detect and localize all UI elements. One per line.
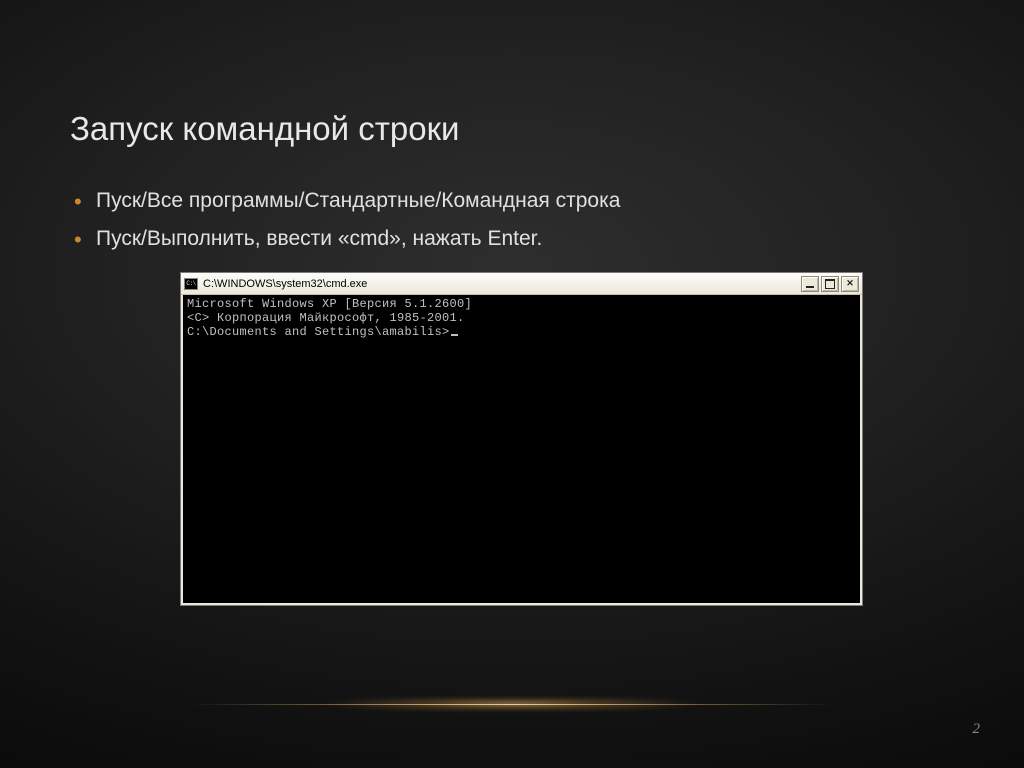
bullet-item: Пуск/Выполнить, ввести «cmd», нажать Ent…: [70, 220, 620, 258]
slide: Запуск командной строки Пуск/Все програм…: [0, 0, 1024, 768]
cursor-icon: [451, 334, 458, 336]
terminal-prompt: C:\Documents and Settings\amabilis>: [187, 325, 856, 339]
window-controls: [801, 276, 859, 292]
maximize-button[interactable]: [821, 276, 839, 292]
decorative-glow-line: [192, 704, 832, 705]
terminal-line: <С> Корпорация Майкрософт, 1985-2001.: [187, 311, 856, 325]
close-button[interactable]: [841, 276, 859, 292]
cmd-icon: [184, 278, 198, 290]
terminal-line: Microsoft Windows XP [Версия 5.1.2600]: [187, 297, 856, 311]
cmd-titlebar[interactable]: C:\WINDOWS\system32\cmd.exe: [181, 273, 862, 295]
page-number: 2: [973, 721, 981, 738]
bullet-item: Пуск/Все программы/Стандартные/Командная…: [70, 182, 620, 220]
bullet-list: Пуск/Все программы/Стандартные/Командная…: [70, 182, 620, 258]
terminal-output[interactable]: Microsoft Windows XP [Версия 5.1.2600]<С…: [181, 295, 862, 605]
slide-title: Запуск командной строки: [70, 110, 459, 148]
cmd-window: C:\WINDOWS\system32\cmd.exe Microsoft Wi…: [180, 272, 863, 606]
minimize-button[interactable]: [801, 276, 819, 292]
decorative-glow: [232, 698, 792, 710]
cmd-title-text: C:\WINDOWS\system32\cmd.exe: [203, 278, 801, 290]
